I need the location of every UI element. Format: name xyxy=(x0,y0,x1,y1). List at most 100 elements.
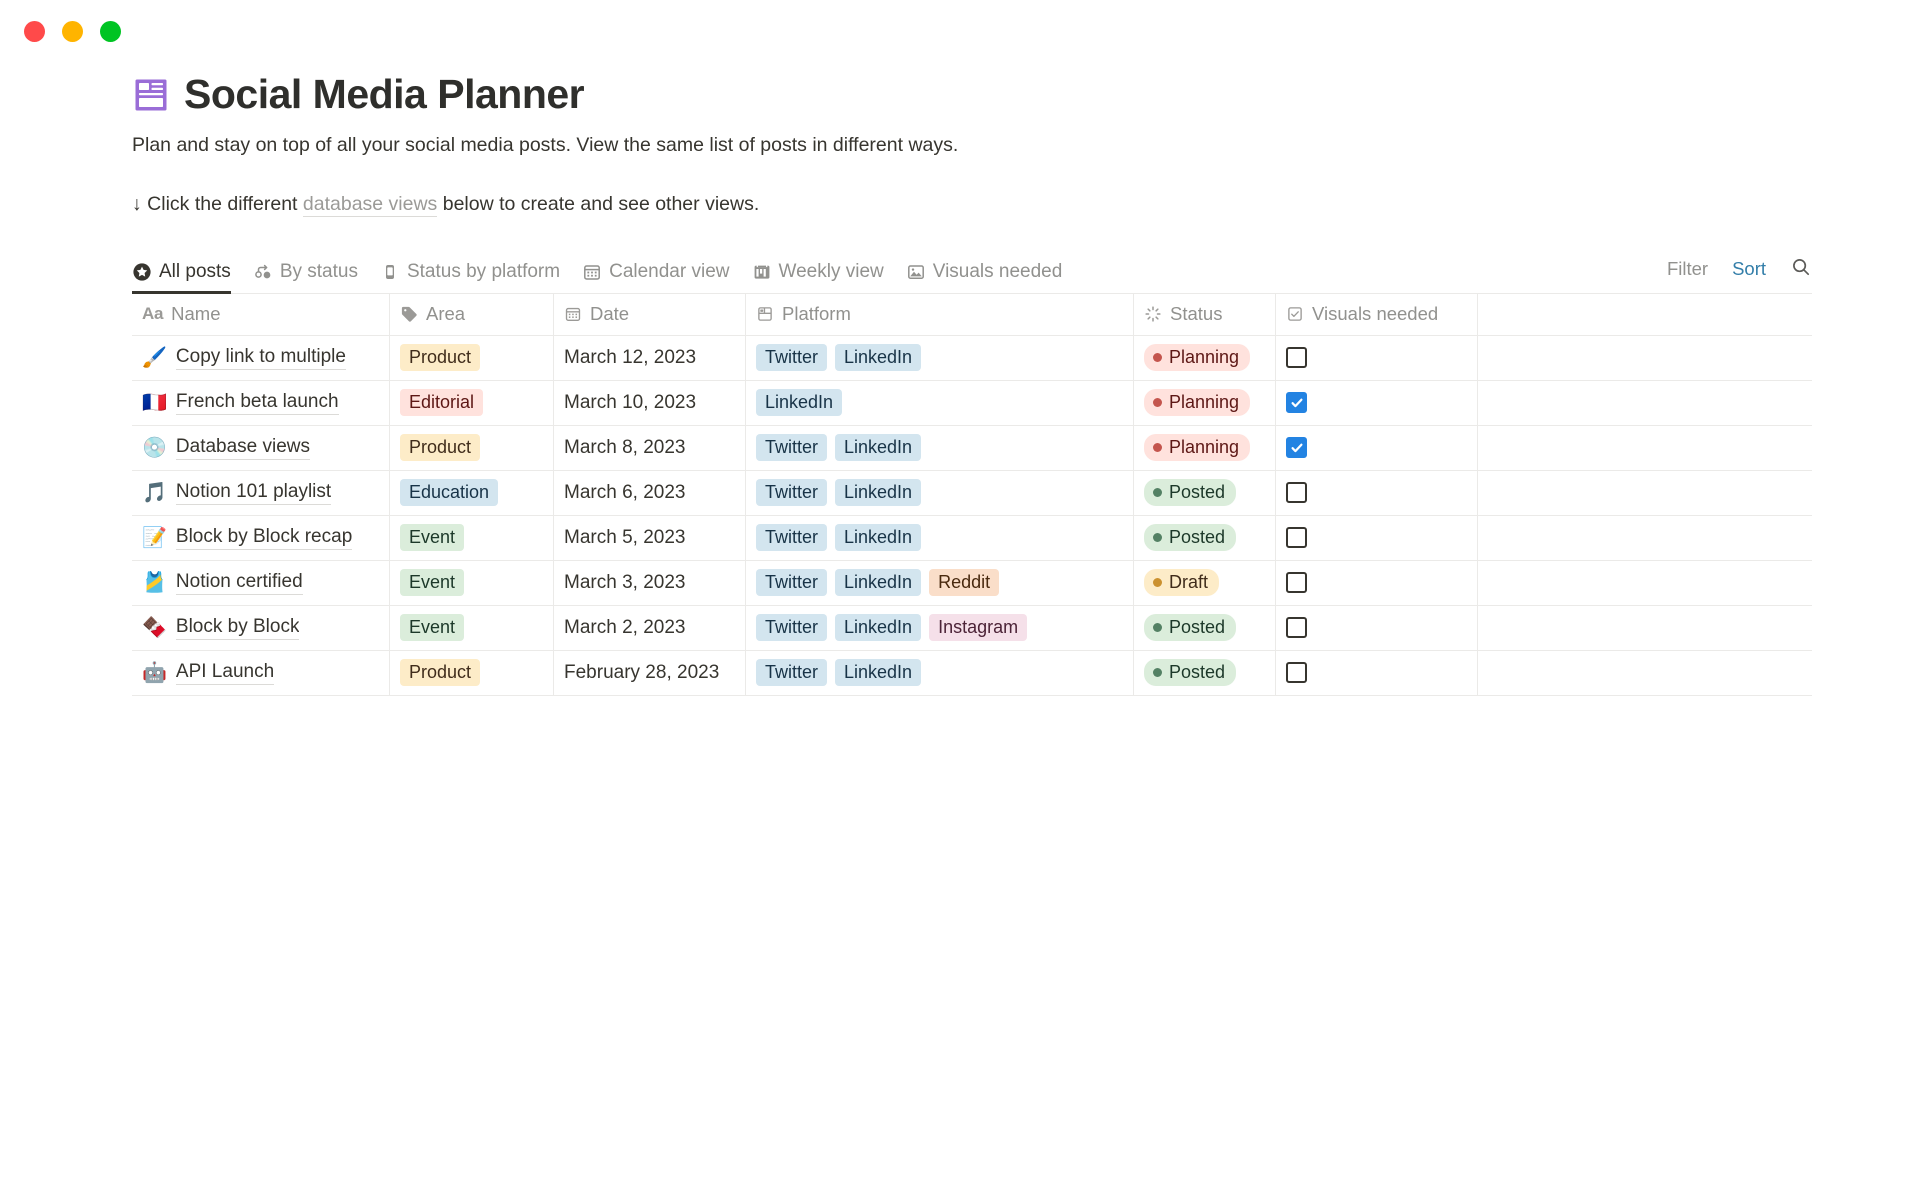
cell-date[interactable]: March 5, 2023 xyxy=(554,515,746,560)
visuals-needed-checkbox[interactable] xyxy=(1286,437,1307,459)
table-row[interactable]: 🖌️ Copy link to multiple Product March 12, … xyxy=(132,335,1812,381)
cell-area[interactable]: Product xyxy=(390,335,554,380)
cell-platform[interactable]: Twitter LinkedIn xyxy=(746,470,1134,515)
tab-all-posts[interactable]: All posts xyxy=(132,261,242,294)
visuals-needed-checkbox[interactable] xyxy=(1286,662,1307,684)
visuals-needed-checkbox[interactable] xyxy=(1286,347,1307,369)
cell-name[interactable]: 💿 Database views xyxy=(132,425,390,470)
cell-status[interactable]: Posted xyxy=(1134,650,1276,695)
minimize-window-button[interactable] xyxy=(62,21,83,42)
cell-blank xyxy=(1478,471,1812,515)
cell-status[interactable]: Posted xyxy=(1134,605,1276,650)
tab-calendar-view[interactable]: Calendar view xyxy=(571,261,740,293)
post-name[interactable]: Notion 101 playlist xyxy=(175,481,332,505)
cell-name[interactable]: 🖌️ Copy link to multiple xyxy=(132,335,390,380)
cell-area[interactable]: Education xyxy=(390,470,554,515)
cell-status[interactable]: Planning xyxy=(1134,335,1276,380)
visuals-needed-checkbox[interactable] xyxy=(1286,572,1307,594)
post-name[interactable]: Database views xyxy=(175,436,311,460)
cell-date[interactable]: March 3, 2023 xyxy=(554,560,746,605)
cell-status[interactable]: Posted xyxy=(1134,515,1276,560)
post-name[interactable]: French beta launch xyxy=(175,391,339,415)
table-row[interactable]: 🍫 Block by Block Event March 2, 2023 Twitter… xyxy=(132,605,1812,651)
cell-visuals-needed[interactable] xyxy=(1276,650,1478,695)
cell-date[interactable]: February 28, 2023 xyxy=(554,650,746,695)
cell-area[interactable]: Product xyxy=(390,425,554,470)
cell-visuals-needed[interactable] xyxy=(1276,425,1478,470)
timeline-icon xyxy=(752,262,772,282)
cell-date[interactable]: March 10, 2023 xyxy=(554,380,746,425)
cell-name[interactable]: 📝 Block by Block recap xyxy=(132,515,390,560)
table-row[interactable]: 🤖 API Launch Product February 28, 2023 Twitt… xyxy=(132,650,1812,696)
post-name[interactable]: Notion certified xyxy=(175,571,303,595)
column-header-add[interactable] xyxy=(1478,294,1812,335)
status-badge: Posted xyxy=(1144,523,1237,552)
cell-area[interactable]: Product xyxy=(390,650,554,695)
cell-status[interactable]: Posted xyxy=(1134,470,1276,515)
tab-status-by-platform[interactable]: Status by platform xyxy=(369,261,571,293)
column-header-area[interactable]: Area xyxy=(390,293,554,335)
column-header-visuals-needed[interactable]: Visuals needed xyxy=(1276,293,1478,335)
tab-visuals-needed[interactable]: Visuals needed xyxy=(895,261,1074,293)
cell-platform[interactable]: Twitter LinkedIn xyxy=(746,515,1134,560)
cell-visuals-needed[interactable] xyxy=(1276,470,1478,515)
cell-date[interactable]: March 2, 2023 xyxy=(554,605,746,650)
cell-name[interactable]: 🤖 API Launch xyxy=(132,650,390,695)
column-header-status[interactable]: Status xyxy=(1134,293,1276,335)
table-row[interactable]: 🎽 Notion certified Event March 3, 2023 Twitt… xyxy=(132,560,1812,606)
cell-status[interactable]: Planning xyxy=(1134,380,1276,425)
cell-platform[interactable]: Twitter LinkedIn Instagram xyxy=(746,605,1134,650)
table-row[interactable]: 🇫🇷 French beta launch Editorial March 10, 2… xyxy=(132,380,1812,426)
visuals-needed-checkbox[interactable] xyxy=(1286,527,1307,549)
column-header-name[interactable]: Aa Name xyxy=(132,293,390,335)
platform-tag: LinkedIn xyxy=(835,478,922,507)
cell-date[interactable]: March 6, 2023 xyxy=(554,470,746,515)
table-row[interactable]: 🎵 Notion 101 playlist Education March 6, 20… xyxy=(132,470,1812,516)
cell-area[interactable]: Event xyxy=(390,515,554,560)
table-row[interactable]: 📝 Block by Block recap Event March 5, 2023 T… xyxy=(132,515,1812,561)
cell-name[interactable]: 🎽 Notion certified xyxy=(132,560,390,605)
visuals-needed-checkbox[interactable] xyxy=(1286,617,1307,639)
filter-button[interactable]: Filter xyxy=(1667,258,1708,280)
post-name[interactable]: Copy link to multiple xyxy=(175,346,346,370)
tab-by-status[interactable]: By status xyxy=(242,261,369,293)
column-header-platform[interactable]: Platform xyxy=(746,293,1134,335)
search-icon[interactable] xyxy=(1790,256,1812,283)
cell-area[interactable]: Editorial xyxy=(390,380,554,425)
tab-weekly-view[interactable]: Weekly view xyxy=(741,261,895,293)
hint-prefix: ↓ Click the different xyxy=(132,193,303,216)
cell-platform[interactable]: Twitter LinkedIn xyxy=(746,335,1134,380)
cell-area[interactable]: Event xyxy=(390,605,554,650)
column-label: Area xyxy=(426,303,466,325)
cell-platform[interactable]: Twitter LinkedIn Reddit xyxy=(746,560,1134,605)
cell-date[interactable]: March 12, 2023 xyxy=(554,335,746,380)
column-header-date[interactable]: Date xyxy=(554,293,746,335)
visuals-needed-checkbox[interactable] xyxy=(1286,482,1307,504)
maximize-window-button[interactable] xyxy=(100,21,121,42)
sort-button[interactable]: Sort xyxy=(1732,258,1766,280)
cell-area[interactable]: Event xyxy=(390,560,554,605)
close-window-button[interactable] xyxy=(24,21,45,42)
table-row[interactable]: 💿 Database views Product March 8, 2023 Twitt… xyxy=(132,425,1812,471)
cell-platform[interactable]: Twitter LinkedIn xyxy=(746,650,1134,695)
database-views-link[interactable]: database views xyxy=(302,193,438,218)
cell-platform[interactable]: Twitter LinkedIn xyxy=(746,425,1134,470)
cell-visuals-needed[interactable] xyxy=(1276,605,1478,650)
post-name[interactable]: API Launch xyxy=(175,661,275,685)
cell-visuals-needed[interactable] xyxy=(1276,335,1478,380)
cell-visuals-needed[interactable] xyxy=(1276,380,1478,425)
cell-name[interactable]: 🇫🇷 French beta launch xyxy=(132,380,390,425)
cell-platform[interactable]: LinkedIn xyxy=(746,380,1134,425)
cell-status[interactable]: Planning xyxy=(1134,425,1276,470)
cell-date[interactable]: March 8, 2023 xyxy=(554,425,746,470)
post-name[interactable]: Block by Block xyxy=(175,616,300,640)
cell-status[interactable]: Draft xyxy=(1134,560,1276,605)
cell-name[interactable]: 🎵 Notion 101 playlist xyxy=(132,470,390,515)
visuals-needed-checkbox[interactable] xyxy=(1286,392,1307,414)
status-badge: Posted xyxy=(1144,613,1237,642)
cell-visuals-needed[interactable] xyxy=(1276,560,1478,605)
cell-visuals-needed[interactable] xyxy=(1276,515,1478,560)
post-name[interactable]: Block by Block recap xyxy=(175,526,353,550)
page-icon[interactable] xyxy=(132,76,170,114)
cell-name[interactable]: 🍫 Block by Block xyxy=(132,605,390,650)
